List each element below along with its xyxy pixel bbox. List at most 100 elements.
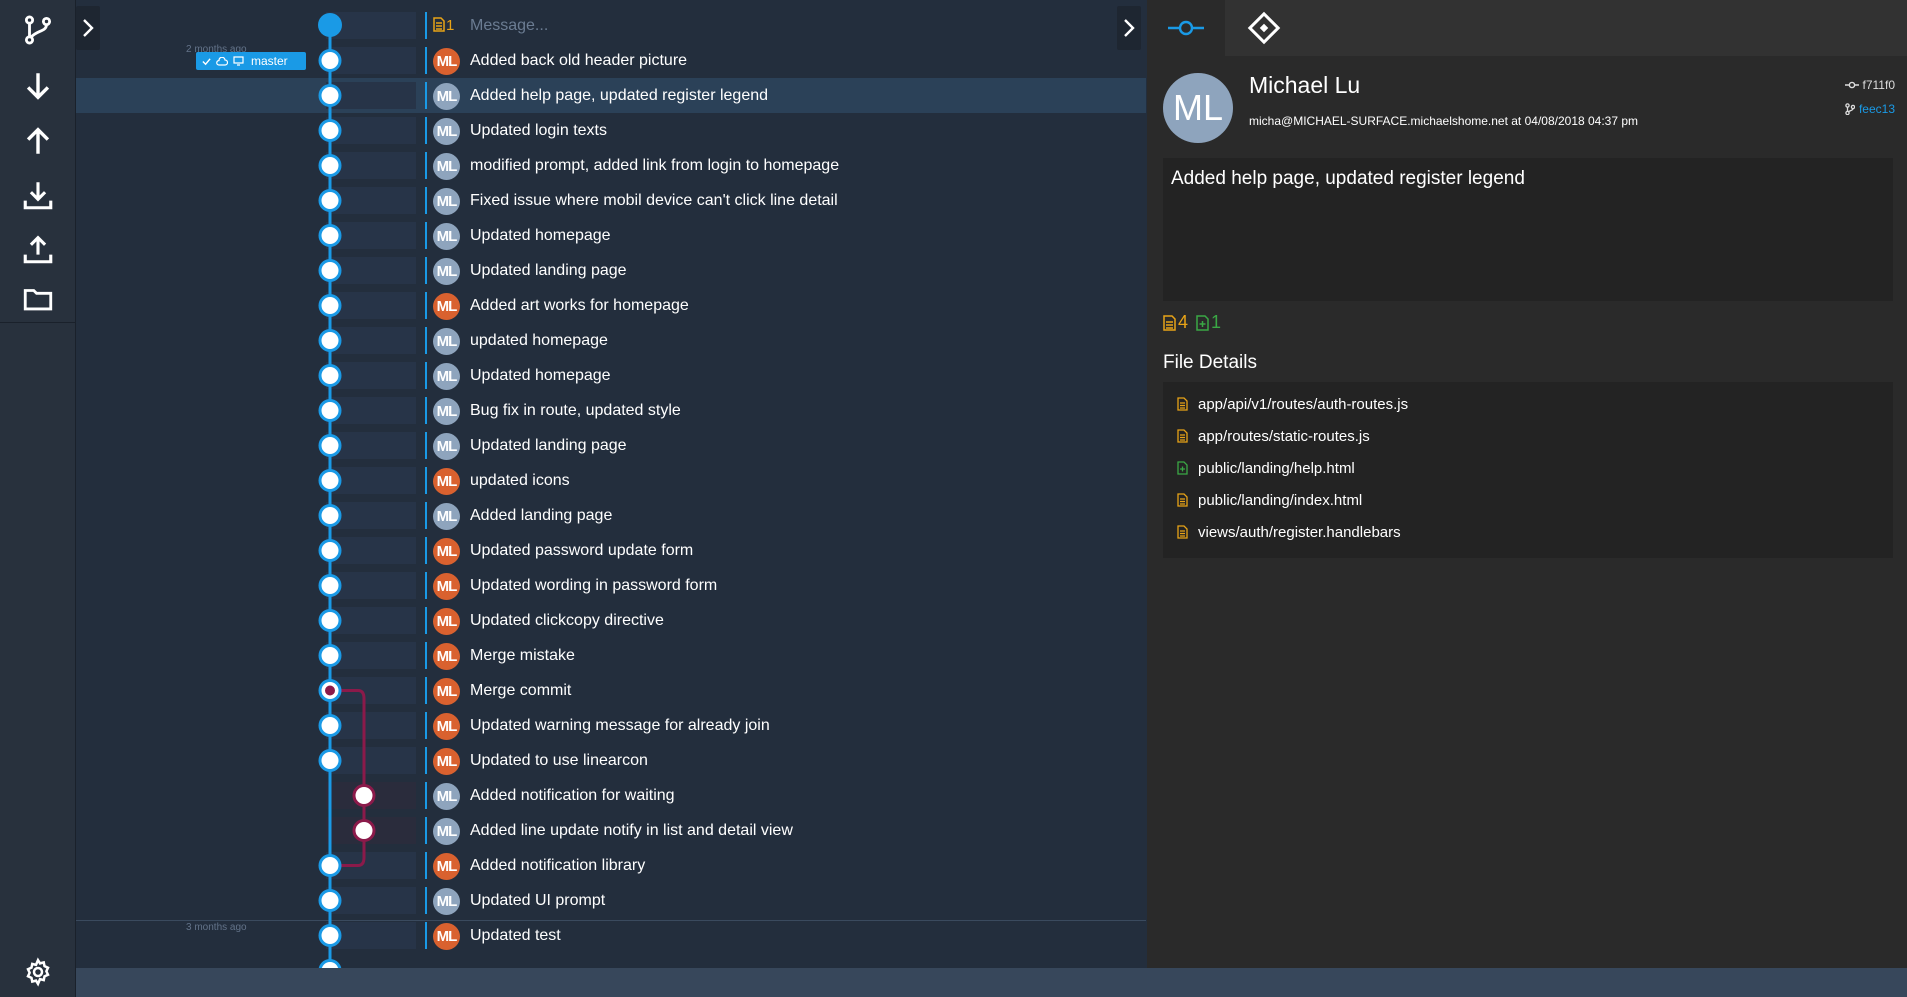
commit-row[interactable]: ML updated icons bbox=[76, 463, 1146, 498]
author-avatar: ML bbox=[433, 678, 460, 705]
lane-background bbox=[326, 292, 416, 319]
commit-row[interactable]: ML Updated homepage bbox=[76, 218, 1146, 253]
commit-message: Updated warning message for already join bbox=[470, 717, 770, 734]
row-separator bbox=[425, 537, 427, 564]
commit-row[interactable]: ML Bug fix in route, updated style bbox=[76, 393, 1146, 428]
commit-row[interactable]: ML Added help page, updated register lege… bbox=[76, 78, 1146, 113]
commit-row[interactable]: ML Updated wording in password form bbox=[76, 568, 1146, 603]
commit-row[interactable]: ML Updated warning message for already jo… bbox=[76, 708, 1146, 743]
row-separator bbox=[425, 117, 427, 144]
modified-file-icon bbox=[1177, 429, 1188, 443]
commit-row[interactable]: ML Added back old header picture bbox=[76, 43, 1146, 78]
file-path: public/landing/help.html bbox=[1198, 459, 1355, 477]
commit-message: Added help page, updated register legend bbox=[1171, 168, 1525, 189]
commit-row[interactable]: ML Merge mistake bbox=[76, 638, 1146, 673]
commit-row[interactable]: ML Updated login texts bbox=[76, 113, 1146, 148]
commit-row[interactable]: ML Updated homepage bbox=[76, 358, 1146, 393]
commit-row[interactable]: ML Updated test bbox=[76, 918, 1146, 953]
lane-background bbox=[326, 677, 416, 704]
branch-button[interactable] bbox=[0, 3, 75, 57]
gear-icon bbox=[25, 957, 50, 987]
commit-row[interactable]: ML Updated clickcopy directive bbox=[76, 603, 1146, 638]
row-separator bbox=[425, 397, 427, 424]
pull-button[interactable] bbox=[0, 59, 75, 113]
file-item[interactable]: public/landing/index.html bbox=[1177, 488, 1362, 512]
file-item[interactable]: app/api/v1/routes/auth-routes.js bbox=[1177, 392, 1408, 416]
commit-message-box: Added help page, updated register legend bbox=[1163, 158, 1893, 301]
commit-icon bbox=[1844, 81, 1859, 89]
push-button[interactable] bbox=[0, 114, 75, 168]
commit-message: Merge commit bbox=[470, 682, 572, 699]
parent-hash[interactable]: feec13 bbox=[1845, 102, 1895, 116]
author-avatar: ML bbox=[433, 643, 460, 670]
commit-message: Updated login texts bbox=[470, 122, 607, 139]
commit-row[interactable]: ML Fixed issue where mobil device can't c… bbox=[76, 183, 1146, 218]
new-file-count: 1 bbox=[446, 17, 455, 34]
settings-button[interactable] bbox=[0, 948, 75, 996]
author-email: micha@MICHAEL-SURFACE.michaelshome.net a… bbox=[1249, 114, 1639, 128]
author-name: Michael Lu bbox=[1249, 72, 1361, 98]
commit-row[interactable]: ML Updated to use linearcon bbox=[76, 743, 1146, 778]
commit-row[interactable]: ML Updated UI prompt bbox=[76, 883, 1146, 918]
lane-background bbox=[326, 117, 416, 144]
commit-row[interactable]: ML Added landing page bbox=[76, 498, 1146, 533]
commit-row[interactable]: ML Merge commit bbox=[76, 673, 1146, 708]
commit-message: Added help page, updated register legend bbox=[470, 87, 769, 104]
file-list: app/api/v1/routes/auth-routes.js app/rout… bbox=[1163, 382, 1893, 558]
tab-stash[interactable] bbox=[1225, 0, 1303, 56]
row-separator bbox=[425, 257, 427, 284]
lane-background bbox=[326, 747, 416, 774]
row-separator bbox=[425, 817, 427, 844]
fetch-button[interactable] bbox=[0, 168, 75, 222]
commit-row[interactable]: ML Added notification library bbox=[76, 848, 1146, 883]
status-bar bbox=[76, 968, 1907, 997]
row-separator bbox=[425, 432, 427, 459]
row-separator bbox=[425, 467, 427, 494]
open-folder-button[interactable] bbox=[0, 272, 75, 326]
commit-message: updated homepage bbox=[470, 332, 608, 349]
file-path: app/api/v1/routes/auth-routes.js bbox=[1198, 395, 1409, 413]
change-stats: 4 1 bbox=[1163, 312, 1221, 333]
row-separator bbox=[425, 327, 427, 354]
author-avatar: ML bbox=[433, 293, 460, 320]
author-avatar: ML bbox=[433, 468, 460, 495]
author-avatar: ML bbox=[433, 433, 460, 460]
lane-background bbox=[326, 817, 416, 844]
commit-hash[interactable]: f711f0 bbox=[1844, 78, 1895, 92]
row-separator bbox=[425, 887, 427, 914]
lane-background bbox=[326, 712, 416, 739]
upload-button[interactable] bbox=[0, 222, 75, 276]
row-separator bbox=[425, 47, 427, 74]
commit-row[interactable]: ML Added art works for homepage bbox=[76, 288, 1146, 323]
author-avatar: ML bbox=[433, 223, 460, 250]
author-avatar: ML bbox=[433, 783, 460, 810]
tab-commit[interactable] bbox=[1147, 0, 1225, 56]
commit-message: Merge mistake bbox=[470, 647, 575, 664]
message-input[interactable]: Message... bbox=[470, 17, 548, 35]
file-item[interactable]: views/auth/register.handlebars bbox=[1177, 520, 1401, 544]
commit-row[interactable]: ML Updated landing page bbox=[76, 253, 1146, 288]
commit-message: Added line update notify in list and det… bbox=[470, 822, 793, 839]
commit-row[interactable]: ML Added notification for waiting bbox=[76, 778, 1146, 813]
modified-file-icon bbox=[1177, 525, 1188, 539]
commit-message: Updated wording in password form bbox=[470, 577, 718, 594]
new-commit-row[interactable]: 1 Message... bbox=[76, 8, 1146, 43]
commit-row[interactable]: ML modified prompt, added link from login… bbox=[76, 148, 1146, 183]
detail-tabs bbox=[1147, 0, 1907, 56]
row-separator bbox=[425, 187, 427, 214]
commit-icon bbox=[1168, 20, 1204, 36]
lane-background bbox=[326, 12, 416, 39]
file-item[interactable]: app/routes/static-routes.js bbox=[1177, 424, 1370, 448]
commit-message: Updated UI prompt bbox=[470, 892, 606, 909]
commit-row[interactable]: ML Updated landing page bbox=[76, 428, 1146, 463]
commit-message: Added back old header picture bbox=[470, 52, 688, 69]
commit-row[interactable]: ML Added line update notify in list and d… bbox=[76, 813, 1146, 848]
file-path: public/landing/index.html bbox=[1198, 491, 1363, 509]
commit-row[interactable]: ML Updated password update form bbox=[76, 533, 1146, 568]
row-separator bbox=[425, 292, 427, 319]
file-item[interactable]: public/landing/help.html bbox=[1177, 456, 1355, 480]
added-stat: 1 bbox=[1196, 312, 1221, 333]
commit-row[interactable]: ML updated homepage bbox=[76, 323, 1146, 358]
row-separator bbox=[425, 572, 427, 599]
lane-background bbox=[326, 82, 416, 109]
